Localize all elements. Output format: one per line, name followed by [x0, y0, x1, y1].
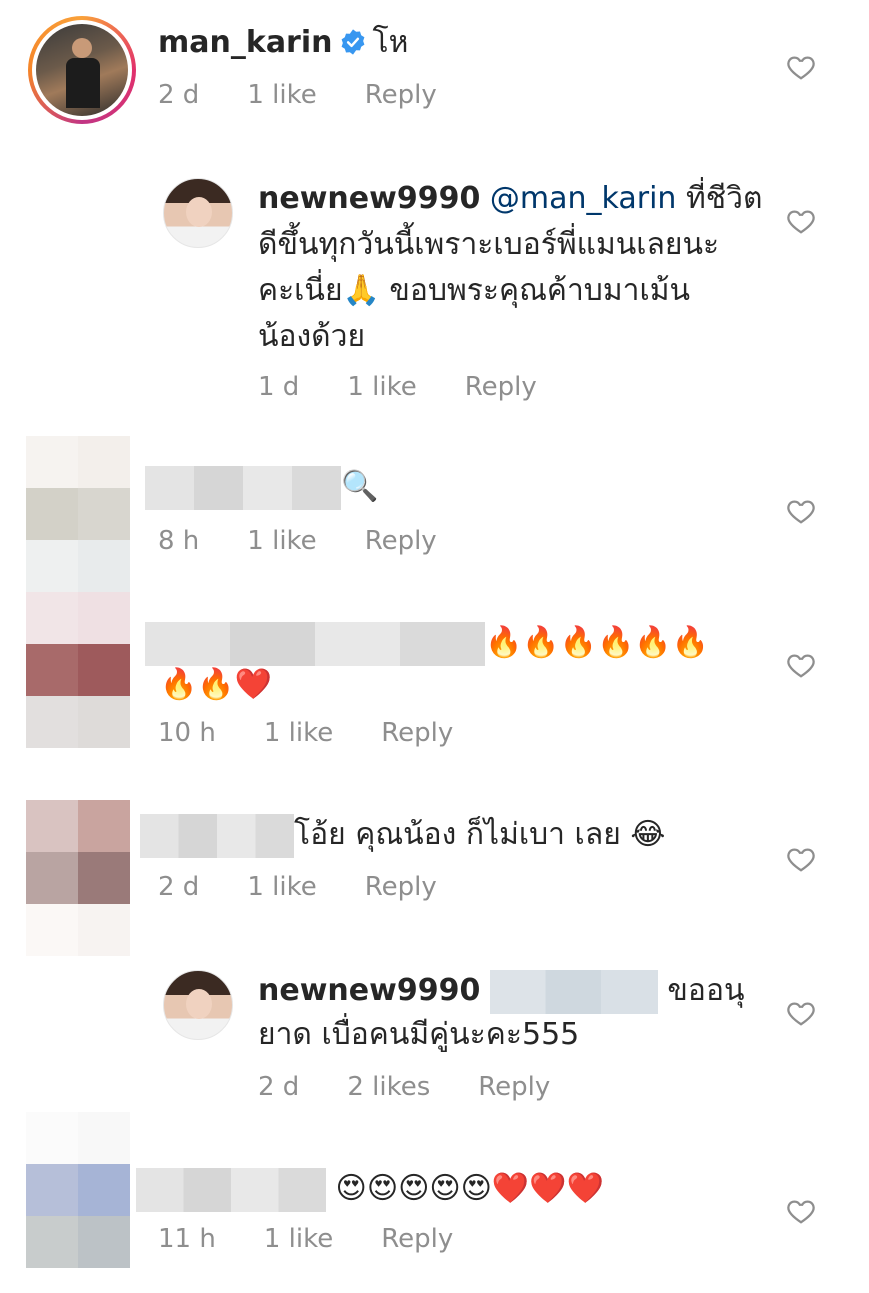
mention-link[interactable]: @man_karin	[490, 181, 677, 216]
reply-button[interactable]: Reply	[381, 1224, 453, 1254]
heart-outline-icon[interactable]	[786, 650, 816, 680]
heart-outline-icon[interactable]	[786, 52, 816, 82]
comment-time: 1 d	[258, 372, 300, 402]
like-count[interactable]: 2 likes	[347, 1072, 430, 1102]
reply-newnew9990-2: newnew9990 ขออนุ ยาด เบื่อคนมีคู่นะคะ555…	[0, 956, 869, 1126]
username[interactable]: man_karin	[158, 25, 333, 60]
avatar	[36, 24, 128, 116]
avatar-pixelated	[26, 436, 130, 592]
comment-text: โห	[372, 25, 409, 60]
heart-outline-icon[interactable]	[786, 206, 816, 236]
comment-text-line: น้องด้วย	[258, 319, 366, 354]
heart-outline-icon[interactable]	[786, 844, 816, 874]
reply-button[interactable]: Reply	[365, 80, 437, 110]
avatar-story-ring[interactable]	[28, 16, 136, 124]
comment-text-line: ที่ชีวิต	[676, 181, 763, 216]
username[interactable]: newnew9990	[258, 973, 480, 1008]
avatar-pixelated	[26, 1112, 130, 1268]
avatar-pixelated	[26, 800, 130, 956]
reply-button[interactable]: Reply	[365, 872, 437, 902]
comment-time: 10 h	[158, 718, 216, 748]
reply-newnew9990: newnew9990 @man_karin ที่ชีวิต ดีขึ้นทุก…	[0, 150, 869, 420]
fire-heart-emojis: 🔥🔥❤️	[160, 667, 273, 702]
reply-button[interactable]: Reply	[381, 718, 453, 748]
comment-text-line: ขออนุ	[657, 973, 745, 1008]
heart-outline-icon[interactable]	[786, 998, 816, 1028]
username-redacted	[136, 1167, 326, 1212]
username-redacted	[145, 621, 485, 666]
username[interactable]: newnew9990	[258, 181, 480, 216]
comment-time: 2 d	[258, 1072, 300, 1102]
reply-button[interactable]: Reply	[365, 526, 437, 556]
magnifier-emoji: 🔍	[341, 469, 379, 504]
comment-time: 2 d	[158, 872, 200, 902]
comment-time: 8 h	[158, 526, 200, 556]
avatar-pixelated	[26, 592, 130, 748]
comment-man-karin: man_karin โห 2 d 1 like Reply	[0, 0, 869, 140]
reply-button[interactable]: Reply	[465, 372, 537, 402]
like-count[interactable]: 1 like	[247, 872, 316, 902]
heart-outline-icon[interactable]	[786, 496, 816, 526]
like-count[interactable]: 1 like	[247, 80, 316, 110]
username-redacted	[145, 465, 341, 510]
emoji: 🙏	[342, 273, 380, 308]
comment-text-line: ดีขึ้นทุกวันนี้เพราะเบอร์พี่แมนเลยนะ	[258, 227, 720, 262]
comment-text: โอ้ย คุณน้อง ก็ไม่เบา เลย	[294, 817, 631, 852]
laughing-emoji: 😂	[630, 817, 666, 852]
like-count[interactable]: 1 like	[347, 372, 416, 402]
comment-text-line: ยาด เบื่อคนมีคู่นะคะ555	[258, 1017, 580, 1052]
mention-redacted	[489, 969, 658, 1014]
reply-button[interactable]: Reply	[478, 1072, 550, 1102]
like-count[interactable]: 1 like	[247, 526, 316, 556]
comment-time: 11 h	[158, 1224, 216, 1254]
comment-text-line: ขอบพระคุณค้าบมาเม้น	[379, 273, 691, 308]
verified-badge-icon	[341, 29, 364, 55]
avatar[interactable]	[163, 178, 233, 248]
avatar[interactable]	[163, 970, 233, 1040]
heart-outline-icon[interactable]	[786, 1196, 816, 1226]
like-count[interactable]: 1 like	[264, 1224, 333, 1254]
comment-anonymized-1: 🔍 8 h 1 like Reply	[0, 436, 869, 592]
comment-anonymized-3: โอ้ย คุณน้อง ก็ไม่เบา เลย 😂 2 d 1 like Rep…	[0, 800, 869, 956]
comment-anonymized-4: 😍😍😍😍😍❤️❤️❤️ 11 h 1 like Reply	[0, 1112, 869, 1272]
comment-anonymized-2: 🔥🔥🔥🔥🔥🔥 🔥🔥❤️ 10 h 1 like Reply	[0, 592, 869, 756]
like-count[interactable]: 1 like	[264, 718, 333, 748]
comment-time: 2 d	[158, 80, 200, 110]
username-redacted	[140, 813, 294, 858]
fire-emojis: 🔥🔥🔥🔥🔥🔥	[485, 625, 710, 660]
heart-eyes-emojis: 😍😍😍😍😍❤️❤️❤️	[335, 1171, 604, 1206]
comment-text-line: คะเนี่ย	[258, 273, 343, 308]
